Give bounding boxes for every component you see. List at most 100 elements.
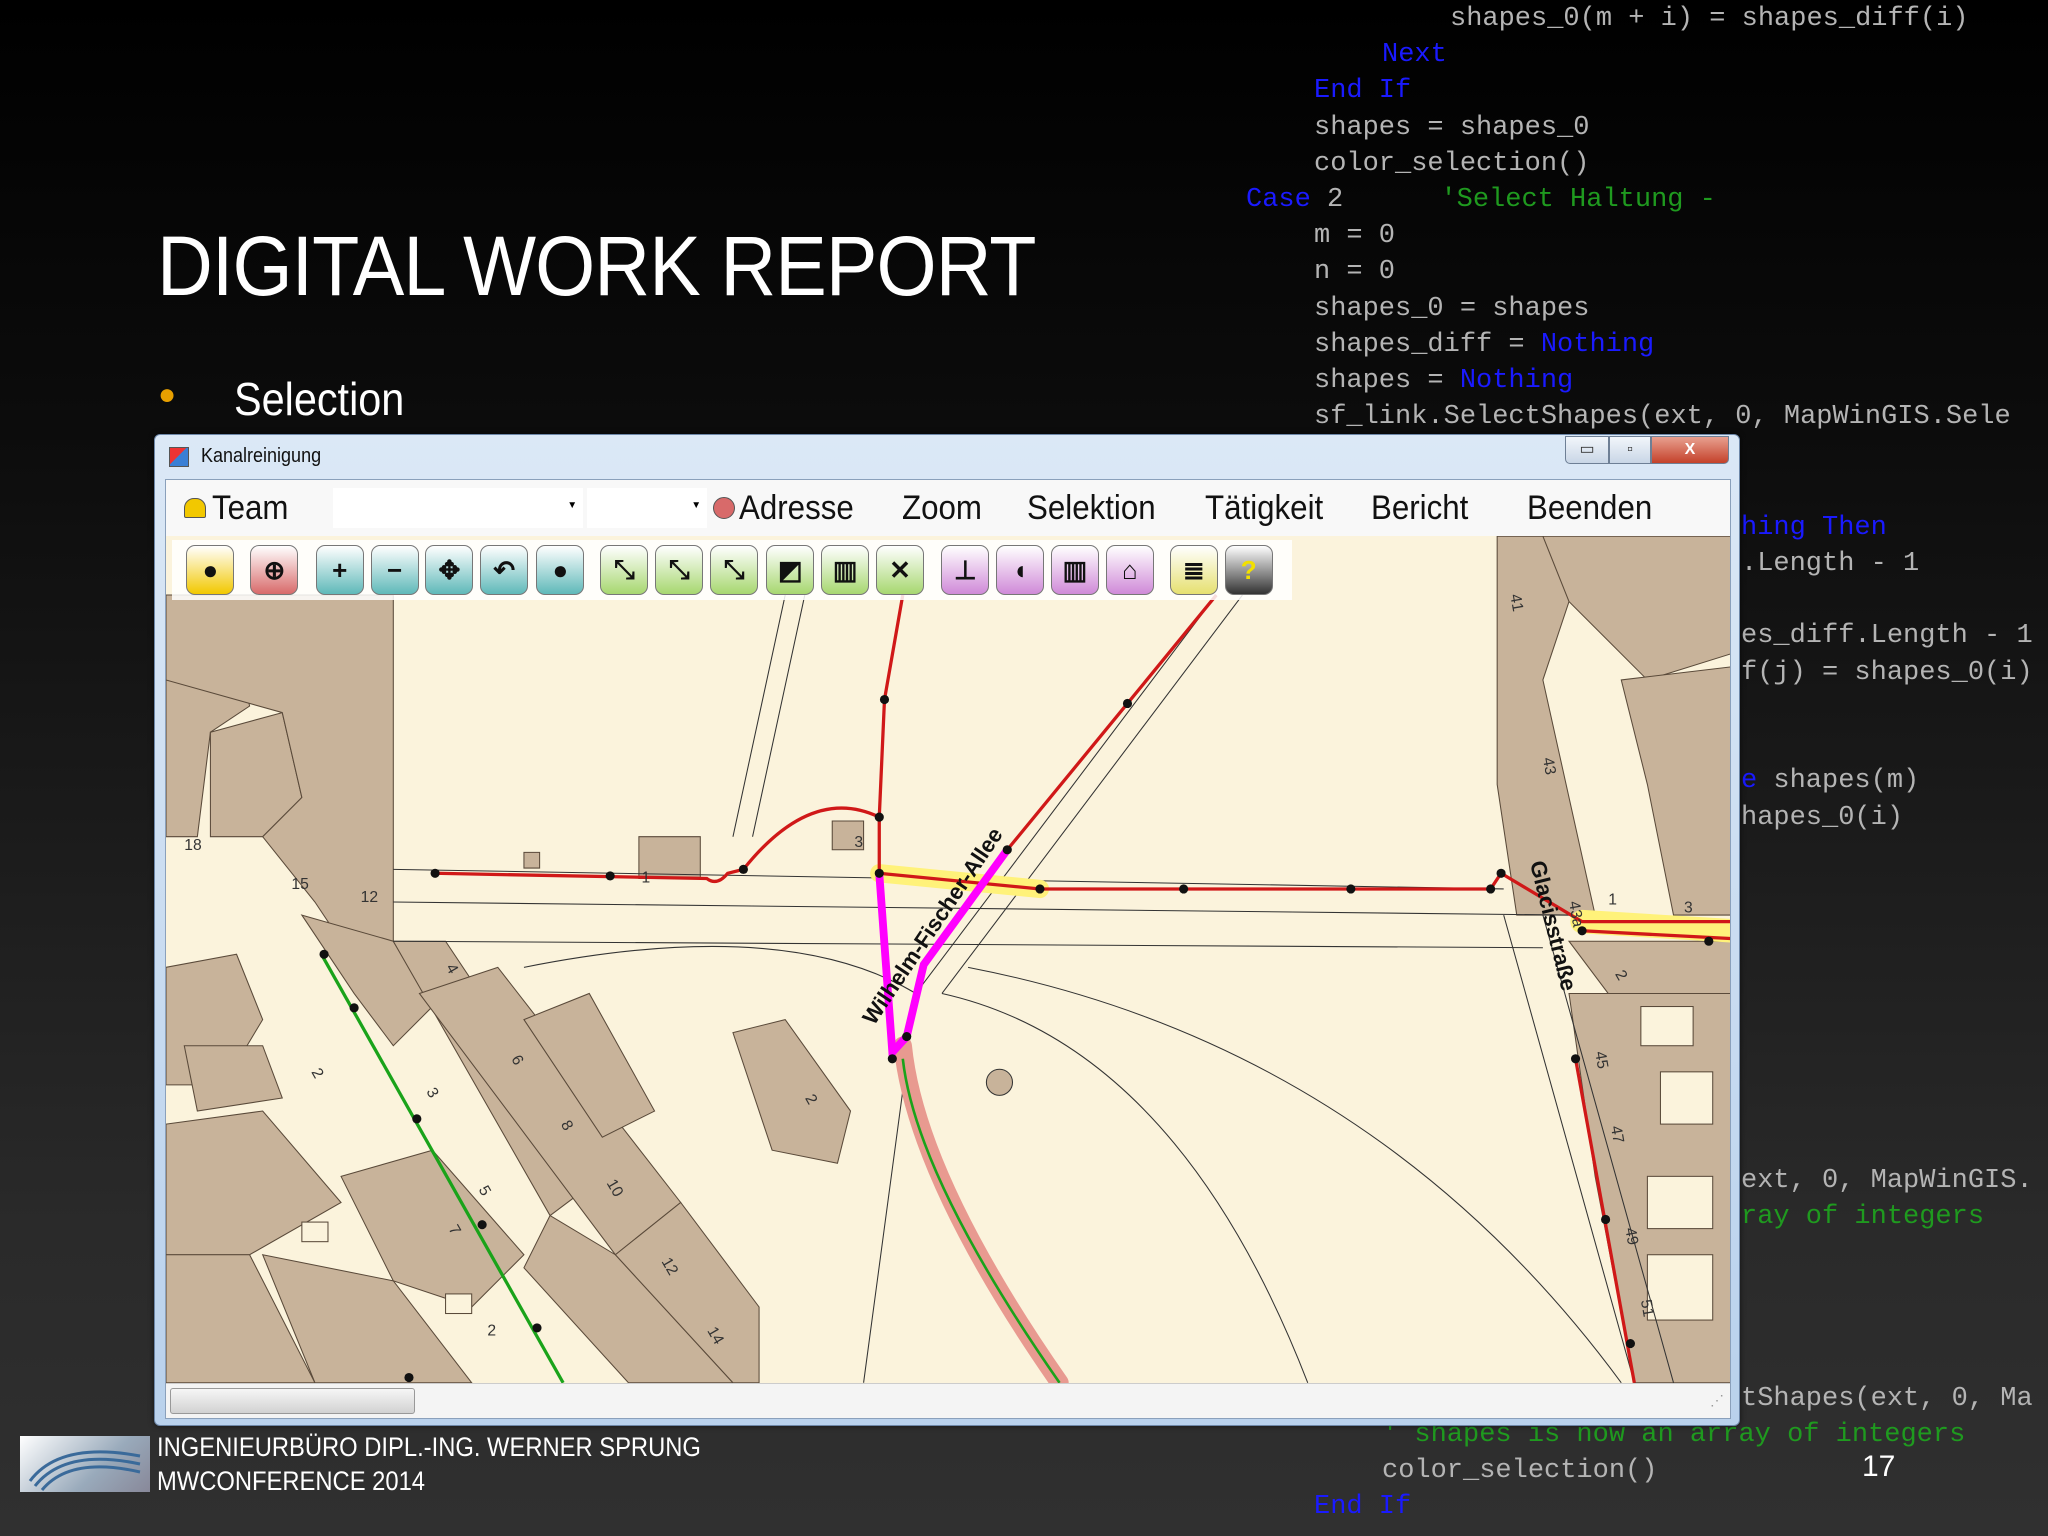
manhole-button[interactable]: ⊥ [941,545,990,595]
select-pipe-button[interactable]: ⤡ [600,545,649,595]
clear-selection-button[interactable]: ✕ [875,545,924,595]
menu-zoom[interactable]: Zoom [902,489,982,528]
house-number: 3 [422,1085,441,1101]
company-logo [20,1436,150,1492]
code-fragment: End If [1314,1492,1412,1522]
code-fragment: .Length - 1 [1741,549,1920,579]
menu-beenden[interactable]: Beenden [1527,489,1652,528]
code-line: shapes_0(m + i) = shapes_diff(i) [1450,4,1969,34]
close-button[interactable]: X [1651,436,1729,464]
house-number: 49 [1621,1226,1641,1246]
house-number: 51 [1637,1298,1657,1318]
add-pipe-button[interactable]: ⤡ [655,545,704,595]
helmet-icon [184,498,206,518]
grid-select-icon: ▥ [832,554,858,585]
code-line: shapes = Nothing [1314,366,1574,396]
window-client: Wilhelm-Fischer-Allee Glacisstraße 18 15 1… [165,479,1731,1419]
house-number: 2 [487,1323,496,1340]
house-number: 3 [1684,899,1693,916]
footer-company: INGENIEURBÜRO DIPL.-ING. WERNER SPRUNG [157,1432,701,1462]
rotate-button[interactable]: ↶ [480,545,529,595]
code-fragment: tShapes(ext, 0, Ma [1741,1384,2033,1414]
code-fragment: ext, 0, MapWinGIS. [1741,1166,2033,1196]
manhole-icon: ⊥ [953,554,977,585]
camera-icon: ◖ [1012,554,1028,585]
house-number: 1 [1608,892,1617,909]
code-line: Next [1382,40,1447,71]
code-fragment: hapes_0(i) [1741,803,1904,833]
rotate-icon: ↶ [493,554,516,585]
clear-selection-icon: ✕ [889,554,911,585]
map-canvas[interactable]: Wilhelm-Fischer-Allee Glacisstraße 1815 1… [166,535,1731,1392]
zoom-out-button[interactable]: − [370,545,419,595]
house-number: 18 [184,837,202,854]
select-manhole-button[interactable]: ◩ [766,545,815,595]
crosshair-icon: ⊕ [263,554,286,585]
grid-icon: ▥ [1062,554,1088,585]
chevron-down-icon: ▼ [567,500,578,511]
menu-team[interactable]: Team [212,489,288,528]
code-line: sf_link.SelectShapes(ext, 0, MapWinGIS.S… [1314,402,2011,433]
house-number: 1 [642,869,651,886]
house-number: 3 [854,834,863,851]
zoom-in-icon: + [332,554,348,585]
code-fragment: es_diff.Length - 1 [1741,621,2033,651]
window-title: Kanalreinigung [201,445,322,467]
pipe-remove-icon: ⤡ [723,554,745,584]
manhole-select-icon: ◩ [777,554,803,585]
team-helmet-button[interactable]: ● [186,545,235,595]
move-icon: ✥ [438,554,461,585]
pan-button[interactable]: ✥ [425,545,474,595]
help-button[interactable]: ? [1224,545,1273,595]
house-number: 41 [1506,593,1526,613]
camera-button[interactable]: ◖ [996,545,1045,595]
toolbar: ● ⊕ + − ✥ ↶ ● ⤡ ⤡ ⤡ ◩ ▥ ✕ ⊥ ◖ ▥ ⌂ ≣? [172,540,1292,600]
scroll-icon: ≣ [1182,554,1205,585]
house-number: 5 [475,1183,494,1199]
code-fragment: e shapes(m) [1741,766,1920,796]
report-button[interactable]: ≣ [1169,545,1218,595]
full-extent-button[interactable]: ● [536,545,585,595]
menu-bericht[interactable]: Bericht [1371,489,1468,528]
menu-selektion[interactable]: Selektion [1027,489,1156,528]
code-line: m = 0 [1314,221,1396,252]
house-number: 43 [1539,756,1559,776]
menu-adresse[interactable]: Adresse [739,489,854,528]
footer-conference: MWCONFERENCE 2014 [157,1466,426,1496]
bullet-selection: Selection [234,373,405,425]
remove-pipe-button[interactable]: ⤡ [710,545,759,595]
bullet-icon: ● [158,378,177,411]
code-fragment: hing Then [1741,513,1887,543]
house-icon: ⌂ [1121,554,1138,585]
code-line: Case 2 'Select Haltung - [1246,185,1716,215]
address-target-button[interactable]: ⊕ [250,545,299,595]
map-view[interactable]: Wilhelm-Fischer-Allee Glacisstraße 18 15 1… [166,535,1731,1392]
code-fragment: color_selection() [1382,1456,1658,1486]
menu-taetigkeit[interactable]: Tätigkeit [1205,489,1323,528]
pipe-add-icon: ⤡ [668,554,690,584]
page-number: 17 [1862,1450,1896,1483]
house-number: 45 [1591,1050,1611,1070]
scrollbar-thumb[interactable] [170,1388,415,1414]
team-sub-combo[interactable]: ▼ [587,488,708,528]
chevron-down-icon: ▼ [691,500,702,511]
code-line: shapes_0 = shapes [1314,293,1590,324]
zoom-in-button[interactable]: + [315,545,364,595]
code-line: shapes_diff = Nothing [1314,329,1655,360]
house-number: 12 [361,889,378,906]
house-button[interactable]: ⌂ [1105,545,1154,595]
horizontal-scrollbar[interactable]: ⋰ [166,1383,1730,1418]
house-number: 15 [291,876,309,893]
zoom-out-icon: − [386,554,403,585]
resize-grip-icon[interactable]: ⋰ [1710,1392,1724,1409]
select-grid-button[interactable]: ▥ [821,545,870,595]
code-line: n = 0 [1314,257,1396,288]
maximize-button[interactable]: ▫ [1609,436,1651,464]
code-fragment: ray of integers [1741,1202,1985,1232]
grid-button[interactable]: ▥ [1050,545,1099,595]
help-icon: ? [1240,554,1257,585]
code-fragment: ' shapes is now an array of integers [1382,1420,1966,1450]
kanalreinigung-window: Kanalreinigung ▭ ▫ X Wilhelm-Fischer-All… [154,434,1740,1426]
minimize-button[interactable]: ▭ [1565,436,1609,464]
team-combo[interactable]: ▼ [333,488,584,528]
